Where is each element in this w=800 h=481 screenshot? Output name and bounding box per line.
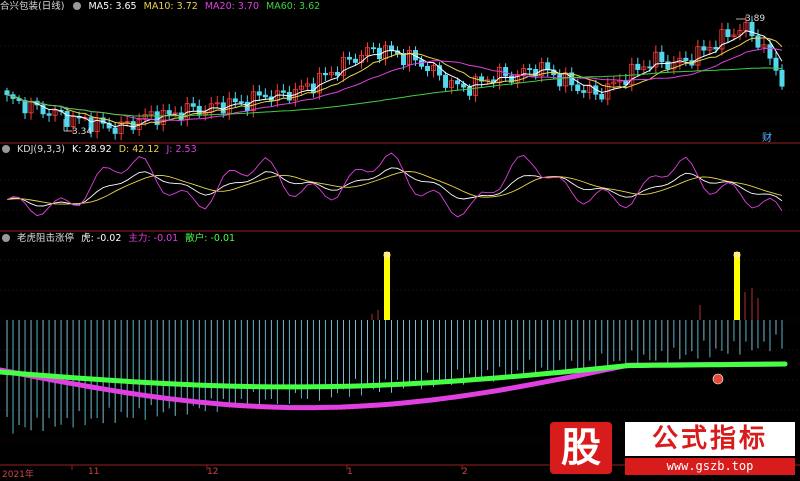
candle-body [346,56,352,60]
x-tick-label: 12 [207,467,219,477]
k-legend: K: 28.92 [72,144,112,155]
tiger-legend: 虎: -0.02 [81,233,122,244]
ma20-line [6,47,783,122]
candle-body [64,110,70,127]
candle-body [581,90,587,93]
x-tick-label: 1 [347,467,353,477]
candle-body [725,29,731,38]
main-panel-header: 合兴包装(日线) MA5: 3.65 MA10: 3.72 MA20: 3.70… [0,0,324,14]
ma5-legend: MA5: 3.65 [88,1,137,12]
candle-body [322,72,328,76]
candle-body [767,44,773,59]
signal-bar [734,252,740,320]
kdj-panel-header: KDJ(9,3,3) K: 28.92 D: 42.12 J: 2.53 [0,143,201,157]
candle-body [425,65,431,72]
candle-body [635,63,641,70]
watermark-url: www.gszb.top [625,458,795,475]
settings-icon[interactable] [2,145,10,153]
candle-body [683,57,689,61]
high-price-label: 3.89 [745,14,766,24]
x-tick-label: 11 [88,467,100,477]
candle-body [701,46,707,51]
candle-body [659,51,665,63]
candle-body [443,74,449,88]
watermark-logo: 股 [550,422,612,474]
candle-body [575,84,581,92]
j-legend: J: 2.53 [166,144,197,155]
d-legend: D: 42.12 [118,144,160,155]
ma60-legend: MA60: 3.62 [266,1,321,12]
candle-body [256,91,262,96]
candle-body [4,90,10,96]
candle-body [166,110,172,115]
buy-signal-dot [712,373,724,385]
signal-dot [383,251,391,259]
x-tick-label: 2 [462,467,468,477]
candle-body [22,100,28,114]
candle-body [352,58,358,63]
candle-body [503,67,509,77]
watermark-title: 公式指标 [625,422,795,456]
candle-body [334,71,340,76]
candle-body [370,47,376,50]
x-tick-label: 2021年 [2,470,34,480]
settings-icon[interactable] [73,2,82,10]
ma10-legend: MA10: 3.72 [143,1,198,12]
candle-body [713,46,719,50]
candle-body [310,83,316,94]
ma20-legend: MA20: 3.70 [204,1,260,12]
signal-dot [733,251,741,259]
candle-body [599,93,605,100]
candle-body [238,101,244,104]
chart-screen: 合兴包装(日线) MA5: 3.65 MA10: 3.72 MA20: 3.70… [0,0,800,481]
candle-body [190,103,196,107]
candle-body [749,21,755,37]
retail-legend: 散户: -0.01 [185,233,236,244]
watermark: 股 公式指标 www.gszb.top [545,420,797,476]
settings-icon[interactable] [2,234,10,242]
candle-body [112,127,118,134]
candle-body [130,121,136,130]
main-force-legend: 主力: -0.01 [128,233,179,244]
finance-badge[interactable]: 财 [762,129,772,144]
candle-body [647,66,653,69]
indicator-title: 老虎阻击涨停 [17,233,75,244]
candle-body [557,74,563,87]
retail-line [0,361,788,390]
kdj-title: KDJ(9,3,3) [17,144,65,155]
signal-bar [384,252,390,320]
candle-body [527,68,533,70]
candle-body [262,94,268,98]
candle-body [755,35,761,48]
stock-title: 合兴包装(日线) [0,1,65,12]
candle-body [280,90,286,93]
indicator-panel-header: 老虎阻击涨停 虎: -0.02 主力: -0.01 散户: -0.01 [0,232,239,246]
ma60-line [6,67,783,117]
candle-body [46,113,52,116]
candle-body [455,80,461,85]
ma5-line [6,30,783,128]
candle-body [232,98,238,103]
low-price-label: 3.34 [72,127,93,137]
candle-body [779,69,785,87]
